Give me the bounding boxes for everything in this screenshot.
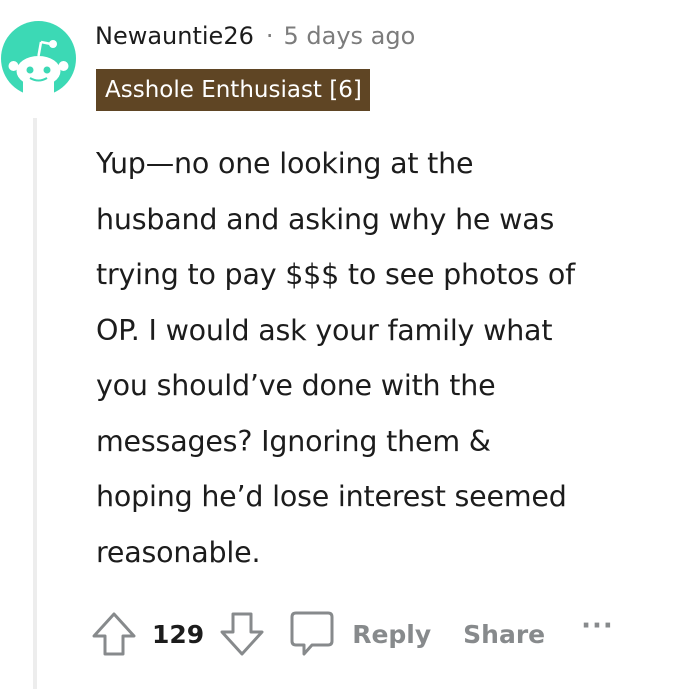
comment-action-bar: 129 Reply Share ··· xyxy=(90,604,614,664)
comment-body-line: reasonable. xyxy=(96,535,261,569)
upvote-button[interactable] xyxy=(90,610,138,658)
avatar[interactable] xyxy=(1,21,76,96)
downvote-arrow-icon xyxy=(220,612,264,656)
comment-body-line: you should’ve done with the xyxy=(96,369,496,402)
comment-body-line: hoping he’d lose interest seemed xyxy=(96,480,567,513)
comment-body-line: OP. I would ask your family what xyxy=(96,313,553,347)
more-options-button[interactable]: ··· xyxy=(581,611,614,641)
timestamp[interactable]: 5 days ago xyxy=(284,22,416,50)
snoo-avatar-icon xyxy=(1,21,76,96)
author-username[interactable]: Newauntie26 xyxy=(95,22,254,50)
user-flair: Asshole Enthusiast [6] xyxy=(96,69,370,111)
separator-dot: · xyxy=(265,22,274,50)
reply-button[interactable]: Reply xyxy=(288,609,431,659)
comment-body: Yup—no one looking at the husband and as… xyxy=(96,136,686,580)
ellipsis-icon: ··· xyxy=(581,611,614,641)
comment-body-line: Yup—no one looking at the xyxy=(96,147,474,180)
thread-line[interactable] xyxy=(33,118,37,689)
upvote-arrow-icon xyxy=(92,612,136,656)
comment-body-line: husband and asking why he was xyxy=(96,202,555,236)
downvote-button[interactable] xyxy=(218,610,266,658)
reply-label: Reply xyxy=(352,619,432,649)
share-button[interactable]: Share xyxy=(463,620,545,649)
vote-count: 129 xyxy=(152,619,205,649)
comment-body-line: trying to pay $$$ to see photos of xyxy=(96,258,575,291)
comment-bubble-icon xyxy=(290,611,334,656)
comment-body-line: messages? Ignoring them & xyxy=(96,424,491,458)
comment-header: Newauntie26 · 5 days ago xyxy=(95,16,415,56)
